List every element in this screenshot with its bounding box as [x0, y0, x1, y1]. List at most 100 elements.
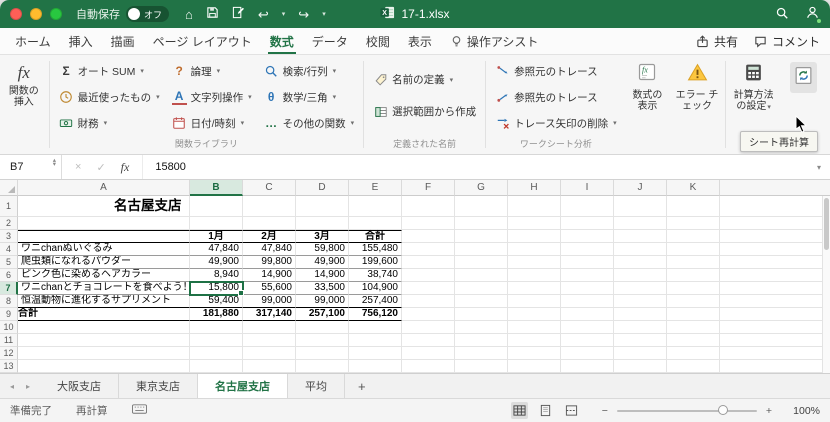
cell-F9[interactable] — [402, 308, 455, 321]
cell-E13[interactable] — [349, 360, 402, 373]
cell-J7[interactable] — [614, 282, 667, 295]
cell-E6[interactable]: 38,740 — [349, 269, 402, 282]
column-header-B[interactable]: B — [190, 180, 243, 196]
cell-G4[interactable] — [455, 243, 508, 256]
close-window-button[interactable] — [10, 8, 22, 20]
cell-D2[interactable] — [296, 217, 349, 230]
cell-B2[interactable] — [190, 217, 243, 230]
customize-toolbar-chevron-icon[interactable]: ▾ — [322, 10, 326, 18]
column-header-J[interactable]: J — [614, 180, 667, 196]
recent-functions-button[interactable]: 最近使ったもの ▾ — [53, 86, 166, 109]
cell-B7[interactable]: 15,800 — [189, 281, 244, 296]
cell-A2[interactable] — [18, 217, 190, 230]
cell-H8[interactable] — [508, 295, 561, 308]
cell-F3[interactable] — [402, 230, 455, 243]
trace-precedents-button[interactable]: 参照元のトレース — [489, 60, 623, 83]
cell-J4[interactable] — [614, 243, 667, 256]
cell-J1[interactable] — [614, 196, 667, 217]
cell-I4[interactable] — [561, 243, 614, 256]
vertical-scrollbar[interactable] — [822, 196, 830, 373]
page-break-view-button[interactable] — [563, 402, 580, 419]
sheet-tab-osaka[interactable]: 大阪支店 — [40, 374, 120, 398]
cell-G12[interactable] — [455, 347, 508, 360]
cell-B12[interactable] — [190, 347, 243, 360]
cell-I5[interactable] — [561, 256, 614, 269]
cell-K7[interactable] — [667, 282, 720, 295]
cell-G3[interactable] — [455, 230, 508, 243]
insert-function-fx-button[interactable]: fx — [121, 159, 130, 175]
cell-I8[interactable] — [561, 295, 614, 308]
zoom-out-button[interactable]: − — [602, 405, 608, 417]
more-functions-button[interactable]: … その他の関数 ▾ — [258, 112, 361, 135]
cell-D1[interactable] — [296, 196, 349, 217]
cell-H11[interactable] — [508, 334, 561, 347]
cell-H5[interactable] — [508, 256, 561, 269]
financial-button[interactable]: 財務 ▾ — [53, 112, 166, 135]
cell-A12[interactable] — [18, 347, 190, 360]
next-sheet-button[interactable]: ▸ — [26, 382, 30, 391]
comments-button[interactable]: コメント — [754, 33, 820, 50]
cell-I7[interactable] — [561, 282, 614, 295]
datetime-button[interactable]: 日付/時刻 ▾ — [166, 112, 258, 135]
cell-A1[interactable]: 名古屋支店 — [18, 196, 190, 217]
cell-A9[interactable]: 合計 — [18, 308, 190, 321]
cell-H9[interactable] — [508, 308, 561, 321]
scrollbar-thumb[interactable] — [824, 198, 829, 250]
page-layout-view-button[interactable] — [537, 402, 554, 419]
column-header-G[interactable]: G — [455, 180, 508, 196]
row-header-6[interactable]: 6 — [0, 269, 18, 282]
edit-sheet-button[interactable] — [232, 6, 245, 22]
cell-E9[interactable]: 756,120 — [349, 308, 402, 321]
cell-F12[interactable] — [402, 347, 455, 360]
cell-A4[interactable]: ワニchanぬいぐるみ — [18, 243, 190, 256]
cell-J11[interactable] — [614, 334, 667, 347]
sheet-tab-tokyo[interactable]: 東京支店 — [119, 374, 199, 398]
name-box[interactable]: B7 ▴ ▾ — [0, 155, 62, 179]
cell-K6[interactable] — [667, 269, 720, 282]
cell-I12[interactable] — [561, 347, 614, 360]
cell-C6[interactable]: 14,900 — [243, 269, 296, 282]
cell-D10[interactable] — [296, 321, 349, 334]
cell-I1[interactable] — [561, 196, 614, 217]
select-all-button[interactable] — [0, 180, 18, 196]
lookup-button[interactable]: 検索/行列 ▾ — [258, 60, 361, 83]
cell-A8[interactable]: 恒温動物に進化するサプリメント — [18, 295, 190, 308]
cell-A3[interactable] — [18, 230, 190, 243]
prev-sheet-button[interactable]: ◂ — [10, 382, 14, 391]
redo-button[interactable]: ↪ — [298, 7, 309, 22]
tab-draw[interactable]: 描画 — [102, 28, 144, 54]
cell-K9[interactable] — [667, 308, 720, 321]
zoom-percentage[interactable]: 100% — [782, 405, 820, 417]
cell-C5[interactable]: 99,800 — [243, 256, 296, 269]
cell-G2[interactable] — [455, 217, 508, 230]
cell-A6[interactable]: ピンク色に染めるヘアカラー — [18, 269, 190, 282]
cell-K4[interactable] — [667, 243, 720, 256]
cell-K1[interactable] — [667, 196, 720, 217]
cell-H6[interactable] — [508, 269, 561, 282]
cell-E10[interactable] — [349, 321, 402, 334]
cell-J13[interactable] — [614, 360, 667, 373]
tab-data[interactable]: データ — [303, 28, 357, 54]
cell-K3[interactable] — [667, 230, 720, 243]
cell-H10[interactable] — [508, 321, 561, 334]
zoom-slider-knob[interactable] — [717, 405, 728, 415]
cell-B1[interactable] — [190, 196, 243, 217]
cell-F5[interactable] — [402, 256, 455, 269]
tab-insert[interactable]: 挿入 — [60, 28, 102, 54]
cell-F4[interactable] — [402, 243, 455, 256]
column-header-I[interactable]: I — [561, 180, 614, 196]
cell-I11[interactable] — [561, 334, 614, 347]
cell-K5[interactable] — [667, 256, 720, 269]
cell-E3[interactable]: 合計 — [349, 230, 402, 243]
row-header-12[interactable]: 12 — [0, 347, 18, 360]
cell-D3[interactable]: 3月 — [296, 230, 349, 243]
cell-B8[interactable]: 59,400 — [190, 295, 243, 308]
cell-G1[interactable] — [455, 196, 508, 217]
cell-G8[interactable] — [455, 295, 508, 308]
add-sheet-button[interactable]: + — [345, 374, 379, 398]
tab-home[interactable]: ホーム — [6, 28, 60, 54]
cell-A11[interactable] — [18, 334, 190, 347]
zoom-in-button[interactable]: + — [766, 405, 772, 417]
cell-E8[interactable]: 257,400 — [349, 295, 402, 308]
column-header-C[interactable]: C — [243, 180, 296, 196]
